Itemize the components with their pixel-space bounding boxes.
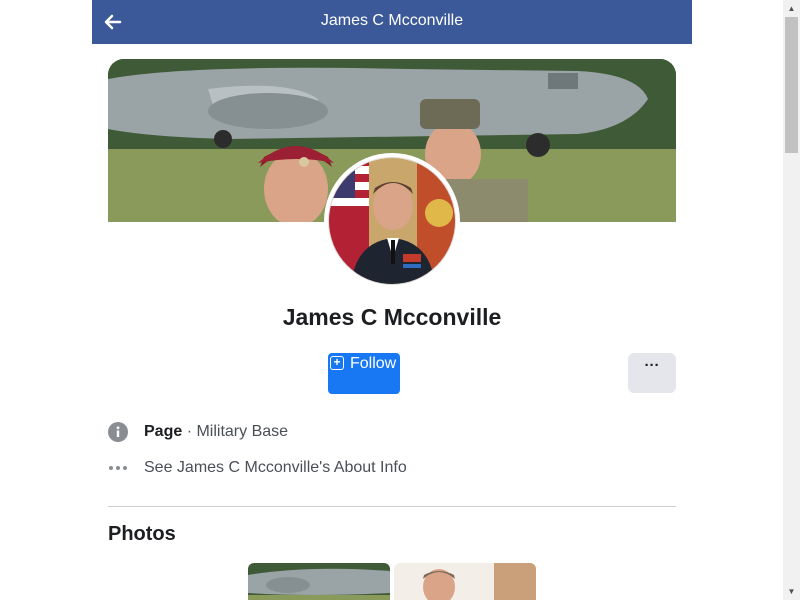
page-label: Page (144, 423, 183, 440)
photo-thumbnail[interactable] (394, 563, 536, 600)
scroll-up-arrow[interactable]: ▲ (783, 0, 800, 17)
profile-name: James C Mcconville (282, 304, 502, 330)
photos-section-title: Photos (108, 523, 176, 545)
scroll-thumb[interactable] (785, 17, 798, 153)
plus-square-icon: + (330, 356, 344, 370)
about-info-row[interactable]: See James C Mcconville's About Info (108, 457, 676, 481)
more-dots-icon (109, 466, 127, 470)
top-header-bar: James C Mcconville (92, 0, 692, 44)
avatar-image (328, 157, 456, 285)
page-category-row: Page · Military Base (108, 421, 676, 445)
follow-button[interactable]: + Follow (328, 353, 400, 394)
section-divider (108, 506, 676, 507)
page-category: · Military Base (182, 423, 289, 440)
photo-thumbnail-image (394, 563, 536, 600)
scroll-down-arrow[interactable]: ▼ (783, 583, 800, 600)
avatar-portrait (329, 158, 455, 284)
profile-avatar[interactable] (324, 153, 460, 289)
photo-thumbnail[interactable] (248, 563, 390, 600)
header-title: James C Mcconville (320, 12, 464, 29)
info-circle-icon (108, 422, 128, 442)
page-frame: James C Mcconville James C Mcconville + … (0, 0, 800, 600)
vertical-scrollbar[interactable]: ▲ ▼ (783, 0, 800, 600)
more-options-label: ··· (644, 357, 660, 374)
about-info-link[interactable]: See James C Mcconville's About Info (144, 459, 407, 477)
photo-thumbnail-image (248, 563, 390, 600)
page-category-text: Page · Military Base (144, 423, 288, 441)
more-options-button[interactable]: ··· (628, 353, 676, 393)
follow-label: Follow (350, 355, 397, 372)
